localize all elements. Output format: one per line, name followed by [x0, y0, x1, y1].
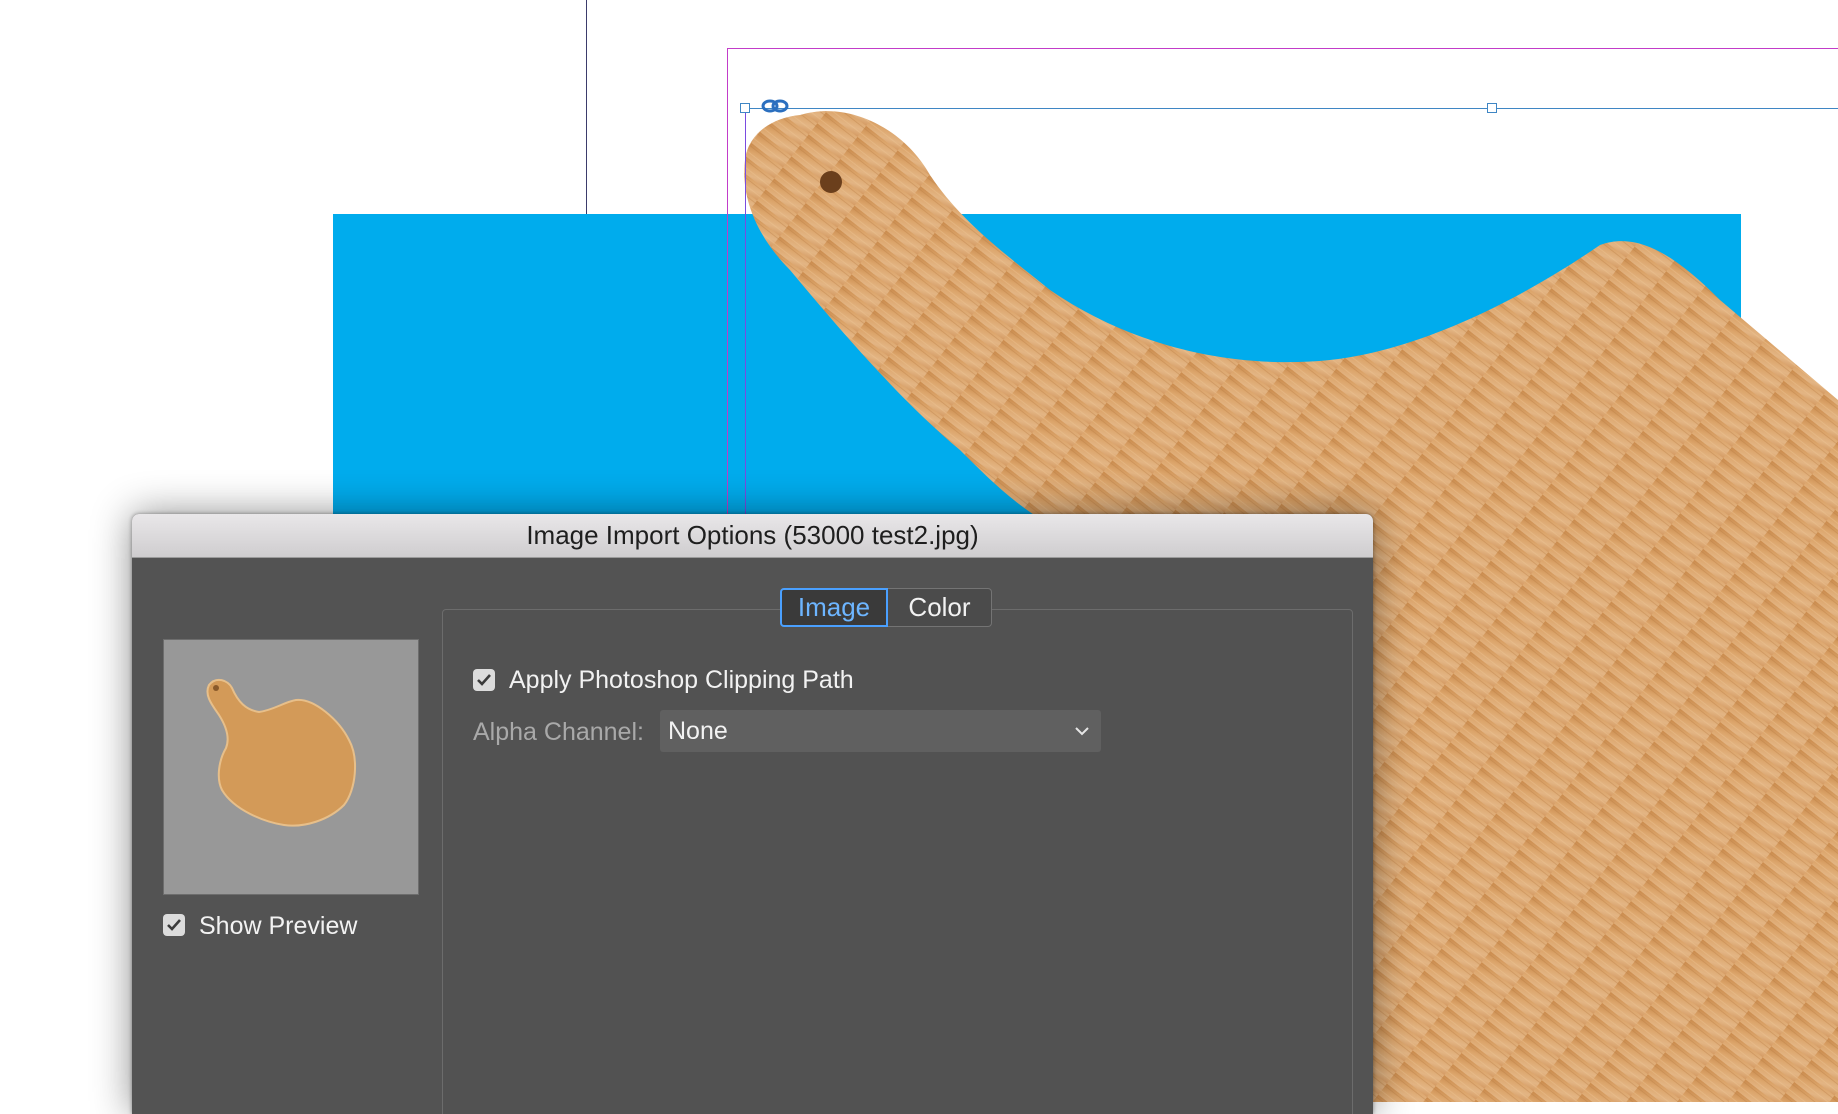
- frame-top-edge[interactable]: [745, 108, 1838, 109]
- margin-guide-top: [727, 48, 1838, 49]
- alpha-channel-label: Alpha Channel:: [473, 718, 644, 746]
- margin-guide-left: [727, 48, 728, 568]
- alpha-channel-value: None: [668, 716, 728, 745]
- checkmark-icon: [167, 919, 181, 931]
- alpha-channel-select[interactable]: None: [660, 710, 1101, 752]
- chevron-down-icon: [1075, 727, 1089, 736]
- tab-bar: Image Color: [780, 588, 992, 627]
- tab-image[interactable]: Image: [780, 588, 888, 627]
- apply-clipping-path-label[interactable]: Apply Photoshop Clipping Path: [509, 666, 854, 695]
- checkmark-icon: [477, 674, 491, 686]
- apply-clipping-path-checkbox[interactable]: [473, 669, 495, 691]
- link-icon[interactable]: [760, 96, 790, 116]
- preview-thumbnail: [206, 678, 356, 827]
- dialog-title: Image Import Options (53000 test2.jpg): [526, 520, 979, 550]
- image-preview: [163, 639, 419, 895]
- show-preview-checkbox[interactable]: [163, 914, 185, 936]
- frame-handle-top-middle[interactable]: [1487, 103, 1497, 113]
- show-preview-label[interactable]: Show Preview: [199, 912, 357, 941]
- dialog-titlebar[interactable]: Image Import Options (53000 test2.jpg): [132, 514, 1373, 558]
- image-import-options-dialog: Image Import Options (53000 test2.jpg) S…: [132, 514, 1373, 1114]
- tab-color[interactable]: Color: [888, 588, 992, 627]
- frame-handle-top-left[interactable]: [740, 103, 750, 113]
- frame-guide-left: [745, 108, 746, 568]
